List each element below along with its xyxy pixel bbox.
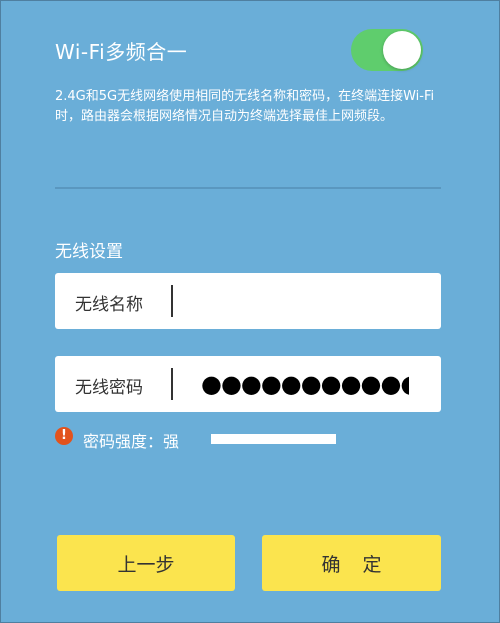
ssid-label: 无线名称 — [75, 295, 143, 315]
password-label: 无线密码 — [75, 378, 143, 398]
ssid-field: 无线名称 — [55, 273, 441, 329]
section-divider — [55, 187, 441, 189]
password-field: 无线密码 ●●●●●●●●●●●● — [55, 356, 441, 412]
password-strength-label: 密码强度：强 — [83, 432, 180, 451]
previous-step-button[interactable]: 上一步 — [57, 535, 235, 591]
ssid-input[interactable] — [183, 281, 413, 321]
password-strength-fill — [211, 434, 336, 444]
wifi-merge-description: 2.4G和5G无线网络使用相同的无线名称和密码，在终端连接Wi-Fi时，路由器会… — [55, 89, 435, 124]
wifi-setup-screen: Wi-Fi多频合一 2.4G和5G无线网络使用相同的无线名称和密码，在终端连接W… — [0, 0, 500, 623]
password-input[interactable]: ●●●●●●●●●●●● — [201, 370, 409, 398]
password-strength-bar — [211, 434, 336, 444]
field-separator — [171, 368, 173, 400]
wifi-merge-title: Wi-Fi多频合一 — [55, 40, 188, 64]
exclamation-icon: ! — [55, 427, 73, 445]
wifi-merge-toggle[interactable] — [351, 29, 423, 71]
confirm-button[interactable]: 确 定 — [262, 535, 441, 591]
text-cursor — [171, 285, 173, 317]
wireless-settings-title: 无线设置 — [55, 242, 123, 262]
toggle-knob — [383, 31, 421, 69]
